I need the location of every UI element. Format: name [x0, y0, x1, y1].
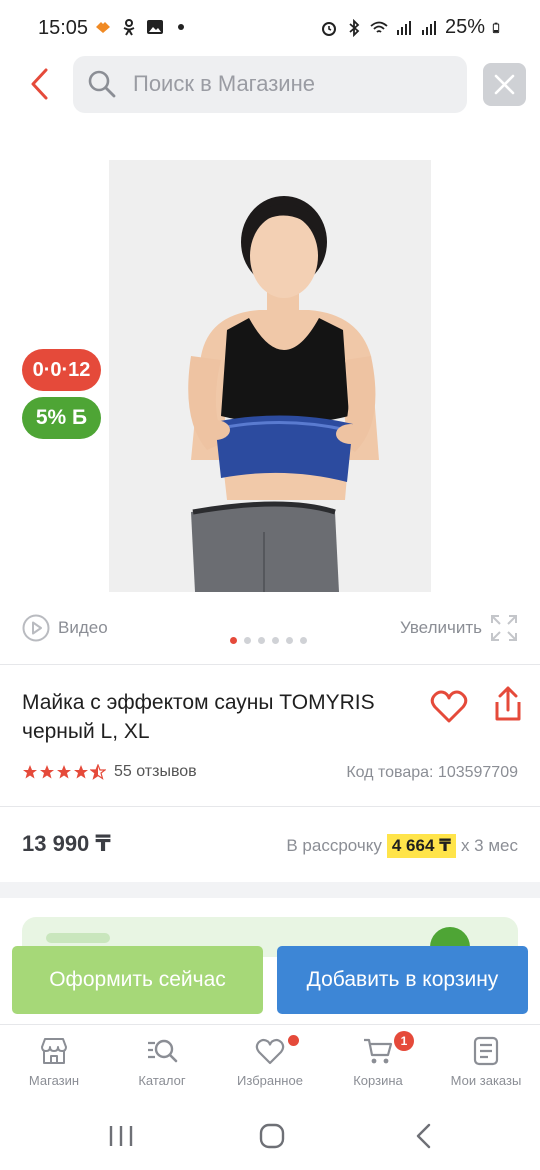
alarm-icon [321, 21, 336, 36]
catalog-search-icon [148, 1039, 178, 1063]
divider [0, 806, 540, 807]
recent-apps-icon[interactable] [108, 1122, 134, 1150]
zoom-button[interactable]: Увеличить [400, 614, 518, 642]
search-icon [88, 70, 116, 98]
star-icon [57, 765, 71, 779]
battery-icon [492, 22, 500, 33]
product-sku: Код товара: 103597709 [346, 764, 518, 781]
search-bar[interactable] [73, 56, 467, 113]
share-icon[interactable] [490, 684, 526, 724]
divider [0, 664, 540, 665]
bluetooth-icon [349, 18, 360, 37]
signal-icon [396, 20, 411, 35]
system-navigation-bar [0, 1104, 540, 1170]
expand-icon [491, 615, 517, 641]
wifi-icon [370, 21, 388, 33]
heart-icon [255, 1038, 285, 1065]
rating-stars [22, 764, 106, 780]
promo-pill [46, 933, 110, 943]
reviews-count[interactable]: 55 отзывов [114, 763, 197, 781]
orders-icon [473, 1036, 499, 1066]
product-model-illustration [109, 160, 431, 592]
app-notification-icon [96, 22, 110, 33]
search-input[interactable] [133, 70, 453, 98]
odnoklassniki-icon [123, 19, 135, 36]
section-separator [0, 882, 540, 898]
installment-amount: 4 664 ₸ [386, 834, 456, 858]
tab-store[interactable]: Магазин [2, 1035, 106, 1088]
signal-icon-2 [421, 20, 436, 35]
tab-label: Мои заказы [450, 1073, 522, 1088]
tab-cart[interactable]: 1 Корзина [326, 1031, 430, 1088]
notification-icons [94, 18, 190, 36]
battery-percent: 25% [444, 16, 485, 38]
buy-now-button[interactable]: Оформить сейчас [12, 946, 263, 1014]
tab-favorites[interactable]: Избранное [218, 1035, 322, 1088]
half-star-icon [90, 764, 106, 780]
home-icon[interactable] [258, 1122, 286, 1150]
tab-label: Корзина [353, 1073, 403, 1088]
pagination-dot[interactable] [230, 637, 237, 644]
tab-catalog[interactable]: Каталог [110, 1035, 214, 1088]
pagination-dot[interactable] [286, 637, 293, 644]
clear-search-button[interactable] [483, 63, 526, 106]
gallery-pagination [230, 637, 307, 644]
status-time: 15:05 [38, 17, 89, 39]
star-icon [40, 765, 54, 779]
cart-count-badge: 1 [394, 1031, 414, 1051]
installment-info[interactable]: В рассрочку 4 664 ₸ х 3 мес [286, 834, 518, 858]
status-bar: 15:05 25% [0, 0, 540, 56]
tab-label: Магазин [28, 1073, 80, 1088]
product-photo[interactable] [109, 160, 431, 592]
installment-badge: 0·0·12 [22, 349, 101, 391]
add-to-cart-button[interactable]: Добавить в корзину [277, 946, 528, 1014]
video-label: Видео [58, 618, 108, 637]
tab-orders[interactable]: Мои заказы [434, 1035, 538, 1088]
notification-dot [288, 1035, 299, 1046]
bonus-badge: 5% Б [22, 397, 101, 439]
pagination-dot[interactable] [272, 637, 279, 644]
close-icon [494, 74, 515, 95]
tab-label: Каталог [138, 1073, 186, 1088]
gallery-icon [147, 20, 163, 34]
store-icon [41, 1038, 67, 1064]
tab-label: Избранное [237, 1073, 303, 1088]
system-back-icon[interactable] [412, 1122, 436, 1150]
play-icon [22, 614, 50, 642]
product-title: Майка с эффектом сауны TOMYRIS черный L,… [22, 691, 375, 743]
system-indicators: 25% [320, 16, 504, 39]
bottom-tab-bar: Магазин Каталог Избранное 1 Корзина Мои … [0, 1024, 540, 1104]
more-dot-icon [178, 24, 184, 30]
star-icon [23, 765, 37, 779]
product-price: 13 990 ₸ [22, 831, 111, 856]
pagination-dot[interactable] [300, 637, 307, 644]
product-rating[interactable]: 55 отзывов [22, 763, 197, 781]
installment-prefix: В рассрочку [286, 836, 382, 855]
installment-suffix: х 3 мес [460, 836, 518, 855]
star-icon [74, 765, 88, 779]
zoom-label: Увеличить [400, 618, 482, 637]
pagination-dot[interactable] [244, 637, 251, 644]
pagination-dot[interactable] [258, 637, 265, 644]
back-button[interactable] [24, 64, 58, 104]
favorite-heart-icon[interactable] [429, 686, 469, 726]
video-button[interactable]: Видео [22, 614, 108, 642]
cart-icon [364, 1038, 393, 1064]
